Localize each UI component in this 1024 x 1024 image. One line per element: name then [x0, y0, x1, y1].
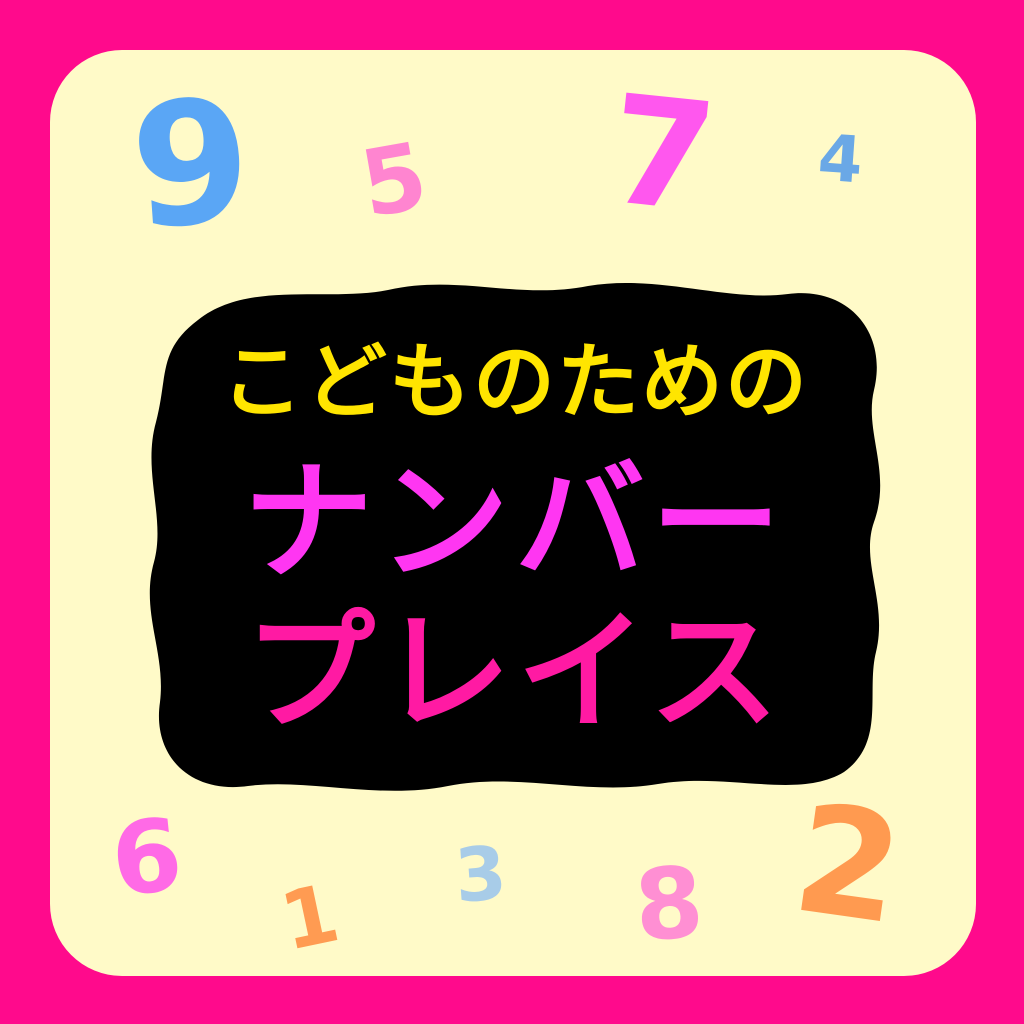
digit-eight: 8	[631, 845, 708, 965]
title-line-number: ナンバー	[242, 446, 787, 598]
digit-four: 4	[815, 121, 866, 199]
digit-nine: 9	[125, 62, 258, 268]
title-badge: こどものための ナンバー プレイス	[138, 272, 892, 792]
digit-seven: 7	[601, 63, 724, 247]
title-subtitle: こどものための	[220, 335, 809, 430]
digit-six: 6	[106, 795, 188, 920]
digit-three: 3	[452, 830, 510, 920]
app-icon-card: 9 5 7 4 6 1 3 8 2 こどものための ナンバー プレイス	[50, 50, 976, 976]
title-line-place: プレイス	[244, 596, 786, 748]
digit-one: 1	[272, 866, 347, 969]
app-icon-frame: 9 5 7 4 6 1 3 8 2 こどものための ナンバー プレイス	[0, 0, 1024, 1024]
digit-five: 5	[353, 122, 435, 239]
digit-two: 2	[784, 771, 912, 959]
